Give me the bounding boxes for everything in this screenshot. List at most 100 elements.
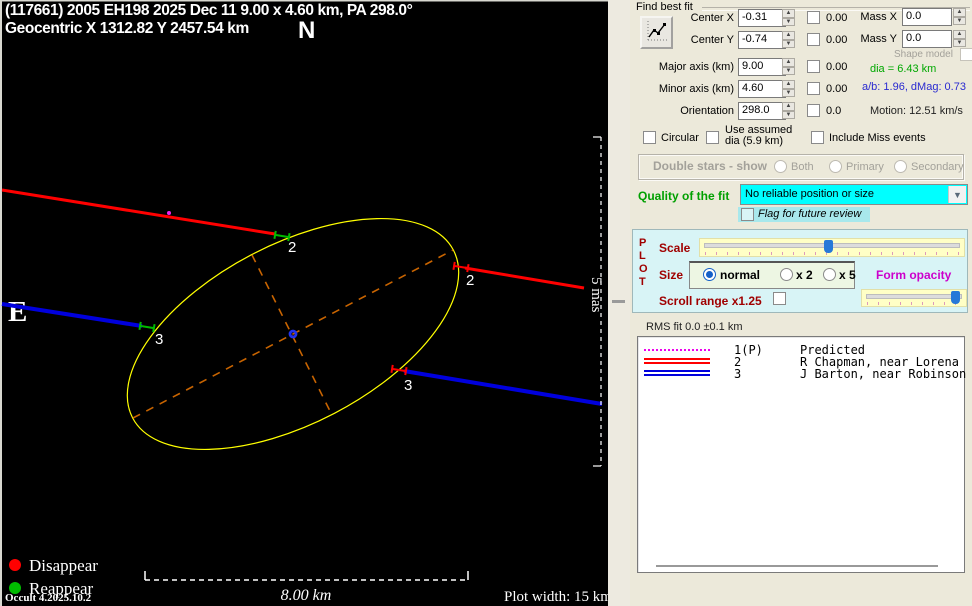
flag-review-strip: Flag for future review — [738, 207, 870, 222]
center-y-aux-value: 0.00 — [826, 34, 847, 46]
orientation-label: Orientation — [634, 105, 734, 117]
quality-value: No reliable position or size — [745, 188, 874, 200]
scale-slider-thumb[interactable] — [824, 240, 833, 253]
dropdown-arrow-icon[interactable]: ▼ — [948, 186, 966, 203]
mass-x-input[interactable]: 0.0 — [902, 8, 952, 26]
disappear-legend-label: Disappear — [29, 556, 98, 575]
ab-dmag-value: a/b: 1.96, dMag: 0.73 — [862, 81, 966, 93]
double-stars-primary-label: Primary — [846, 161, 884, 173]
minor-axis-spinner[interactable]: ▲▼ — [782, 80, 795, 97]
form-opacity-ticks — [867, 302, 961, 305]
mass-y-input[interactable]: 0.0 — [902, 30, 952, 48]
mass-y-spinner[interactable]: ▲▼ — [953, 30, 966, 47]
size-x5-radio[interactable] — [823, 268, 836, 281]
center-y-lock-checkbox[interactable] — [807, 33, 820, 46]
minor-axis-input[interactable]: 4.60 — [738, 80, 786, 98]
motion-value: Motion: 12.51 km/s — [870, 105, 963, 117]
chord-2-label-left: 2 — [288, 239, 296, 256]
observer-legend-box: 1(P) Predicted 2 R Chapman, near Lorena … — [637, 336, 965, 573]
spin-down-icon[interactable]: ▼ — [782, 67, 795, 76]
plot-width-label: Plot width: 15 km — [504, 589, 608, 605]
spin-up-icon[interactable]: ▲ — [782, 80, 795, 89]
center-x-spinner[interactable]: ▲▼ — [782, 9, 795, 26]
plot-letter-t: T — [639, 276, 646, 288]
spin-up-icon[interactable]: ▲ — [953, 8, 966, 17]
center-x-lock-checkbox[interactable] — [807, 11, 820, 24]
scale-label: Scale — [659, 241, 690, 255]
fit-panel: Find best fit Center X -0.31 ▲▼ 0.00 Cen… — [630, 0, 972, 606]
splitter-gap — [608, 0, 630, 606]
mass-x-spinner[interactable]: ▲▼ — [953, 8, 966, 25]
scroll-range-checkbox[interactable] — [773, 292, 786, 305]
size-normal-label: normal — [720, 268, 760, 282]
plot-title-line2: Geocentric X 1312.82 Y 2457.54 km — [5, 20, 249, 37]
disappear-legend-dot — [9, 559, 21, 571]
spin-down-icon[interactable]: ▼ — [782, 40, 795, 49]
shape-model-label: Shape model — [894, 49, 953, 60]
center-x-input[interactable]: -0.31 — [738, 9, 786, 27]
spin-down-icon[interactable]: ▼ — [782, 89, 795, 98]
spin-up-icon[interactable]: ▲ — [782, 31, 795, 40]
spin-down-icon[interactable]: ▼ — [953, 17, 966, 26]
orientation-lock-checkbox[interactable] — [807, 104, 820, 117]
spin-up-icon[interactable]: ▲ — [782, 102, 795, 111]
predicted-path-dot — [167, 211, 171, 215]
plot-letter-l: L — [639, 250, 646, 262]
spin-down-icon[interactable]: ▼ — [782, 111, 795, 120]
major-axis-lock-checkbox[interactable] — [807, 60, 820, 73]
km-scale-label: 8.00 km — [281, 587, 332, 604]
size-normal-radio[interactable] — [703, 268, 716, 281]
shape-model-checkbox[interactable] — [960, 48, 972, 61]
form-opacity-slider[interactable] — [861, 289, 967, 307]
major-axis-aux-value: 0.00 — [826, 61, 847, 73]
major-axis-input[interactable]: 9.00 — [738, 58, 786, 76]
include-miss-checkbox[interactable] — [811, 131, 824, 144]
size-label: Size — [659, 268, 683, 282]
chord-2-label-right: 2 — [466, 272, 474, 289]
size-x5-label: x 5 — [839, 268, 856, 282]
mass-x-label: Mass X — [852, 11, 897, 23]
orientation-input[interactable]: 298.0 — [738, 102, 786, 120]
spin-down-icon[interactable]: ▼ — [782, 18, 795, 27]
chord-3-label-left: 3 — [155, 331, 163, 348]
occultation-plot: (117661) 2005 EH198 2025 Dec 11 9.00 x 4… — [0, 0, 608, 606]
center-y-label: Center Y — [634, 34, 734, 46]
minor-axis-lock-checkbox[interactable] — [807, 82, 820, 95]
use-assumed-dia-checkbox[interactable] — [706, 131, 719, 144]
double-stars-secondary-radio[interactable] — [894, 160, 907, 173]
center-x-aux-value: 0.00 — [826, 12, 847, 24]
size-x2-label: x 2 — [796, 268, 813, 282]
spin-up-icon[interactable]: ▲ — [782, 58, 795, 67]
major-axis-label: Major axis (km) — [634, 61, 734, 73]
circular-label: Circular — [661, 132, 699, 144]
size-x2-radio[interactable] — [780, 268, 793, 281]
orientation-aux-value: 0.0 — [826, 105, 841, 117]
double-stars-group: Double stars - show Both Primary Seconda… — [638, 154, 964, 180]
scale-slider[interactable] — [699, 238, 965, 257]
spin-up-icon[interactable]: ▲ — [953, 30, 966, 39]
legend-row-id: 3 — [734, 367, 741, 381]
center-y-input[interactable]: -0.74 — [738, 31, 786, 49]
quality-dropdown[interactable]: No reliable position or size ▼ — [740, 184, 968, 205]
minor-axis-aux-value: 0.00 — [826, 83, 847, 95]
double-stars-primary-radio[interactable] — [829, 160, 842, 173]
legend-horizontal-scrollbar[interactable] — [656, 565, 938, 567]
spin-up-icon[interactable]: ▲ — [782, 9, 795, 18]
plot-letter-p: P — [639, 237, 646, 249]
plot-controls-panel: P L O T Scale Size normal x 2 x 5 Form o… — [632, 229, 968, 313]
spin-down-icon[interactable]: ▼ — [953, 39, 966, 48]
form-opacity-track — [866, 294, 962, 299]
major-axis-spinner[interactable]: ▲▼ — [782, 58, 795, 75]
orientation-spinner[interactable]: ▲▼ — [782, 102, 795, 119]
double-stars-both-radio[interactable] — [774, 160, 787, 173]
north-label: N — [298, 17, 315, 44]
circular-checkbox[interactable] — [643, 131, 656, 144]
center-y-spinner[interactable]: ▲▼ — [782, 31, 795, 48]
double-stars-label: Double stars - show — [653, 159, 767, 173]
flag-review-checkbox[interactable] — [741, 208, 754, 221]
quality-label: Quality of the fit — [638, 189, 729, 203]
east-label: E — [8, 296, 27, 328]
splitter-handle[interactable] — [612, 300, 625, 303]
double-stars-both-label: Both — [791, 161, 814, 173]
form-opacity-thumb[interactable] — [951, 291, 960, 304]
